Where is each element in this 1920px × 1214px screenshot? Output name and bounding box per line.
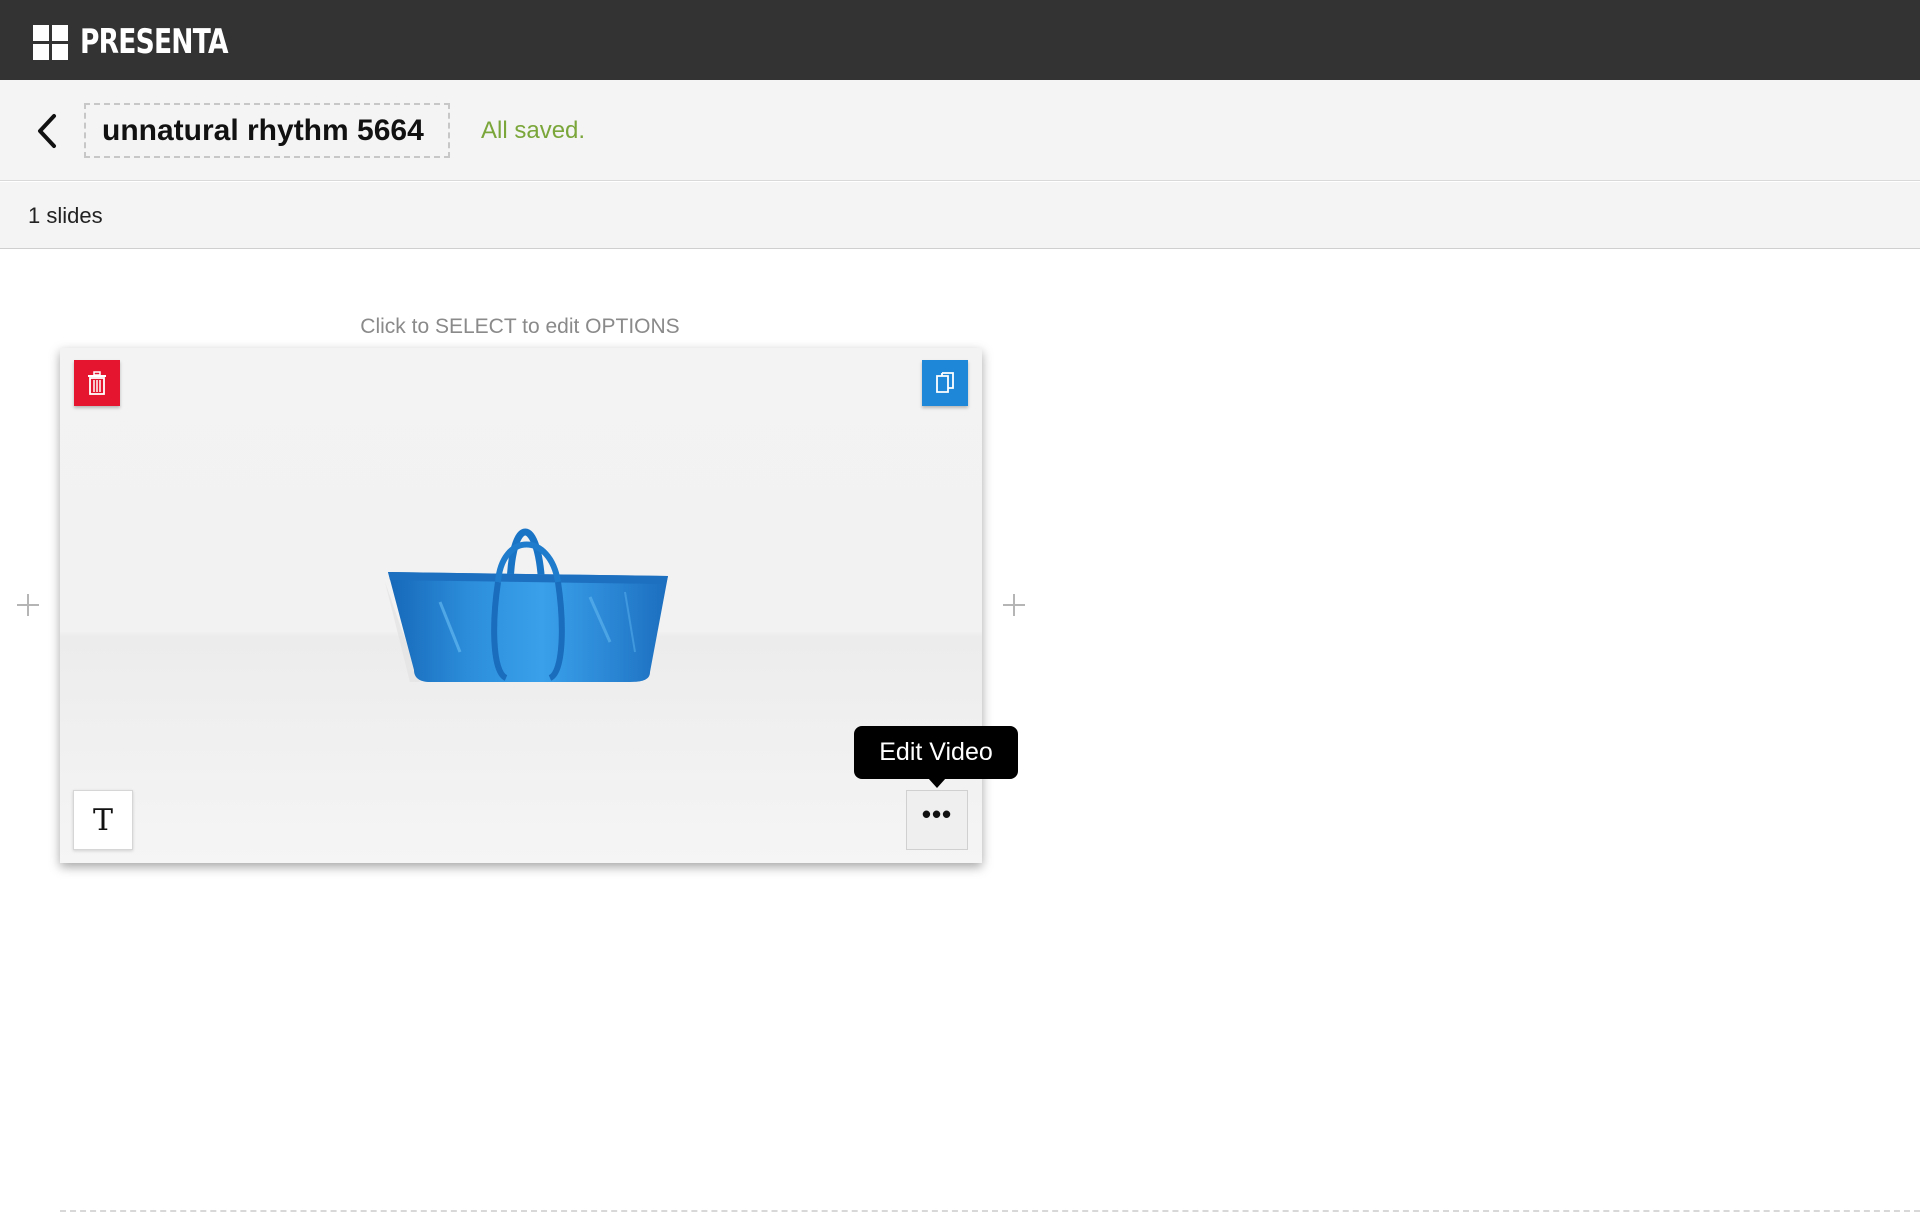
trash-icon — [88, 371, 106, 395]
slide-count: 1 slides — [28, 203, 103, 228]
add-slide-before-button[interactable] — [13, 590, 43, 620]
back-button[interactable] — [30, 108, 66, 154]
presenta-logo[interactable]: PRESENTA — [33, 22, 269, 62]
select-hint: Click to SELECT to edit OPTIONS — [360, 315, 680, 338]
blue-tote-bag-image — [385, 528, 668, 682]
duplicate-slide-button[interactable] — [922, 360, 968, 406]
add-slide-after-button[interactable] — [999, 590, 1029, 620]
brand-name: PRESENTA — [80, 22, 228, 62]
chevron-left-icon — [38, 114, 56, 148]
plus-icon — [17, 594, 39, 616]
delete-slide-button[interactable] — [74, 360, 120, 406]
slide-card[interactable]: T Edit Video ••• — [60, 348, 1018, 863]
duplicate-icon — [936, 372, 954, 393]
more-options-button[interactable]: ••• — [906, 790, 968, 850]
add-text-button[interactable]: T — [73, 790, 133, 850]
logo-grid-icon — [33, 24, 68, 60]
save-status: All saved. — [481, 117, 586, 144]
app-header: PRESENTA — [0, 0, 1920, 80]
plus-icon — [1003, 594, 1025, 616]
edit-video-tooltip: Edit Video — [854, 726, 1018, 788]
presentation-title-input[interactable]: unnatural rhythm 5664 — [84, 103, 450, 158]
title-bar: unnatural rhythm 5664 All saved. — [0, 80, 1920, 181]
drop-zone-divider — [60, 1210, 1920, 1212]
slide-count-bar: 1 slides — [0, 182, 1920, 249]
